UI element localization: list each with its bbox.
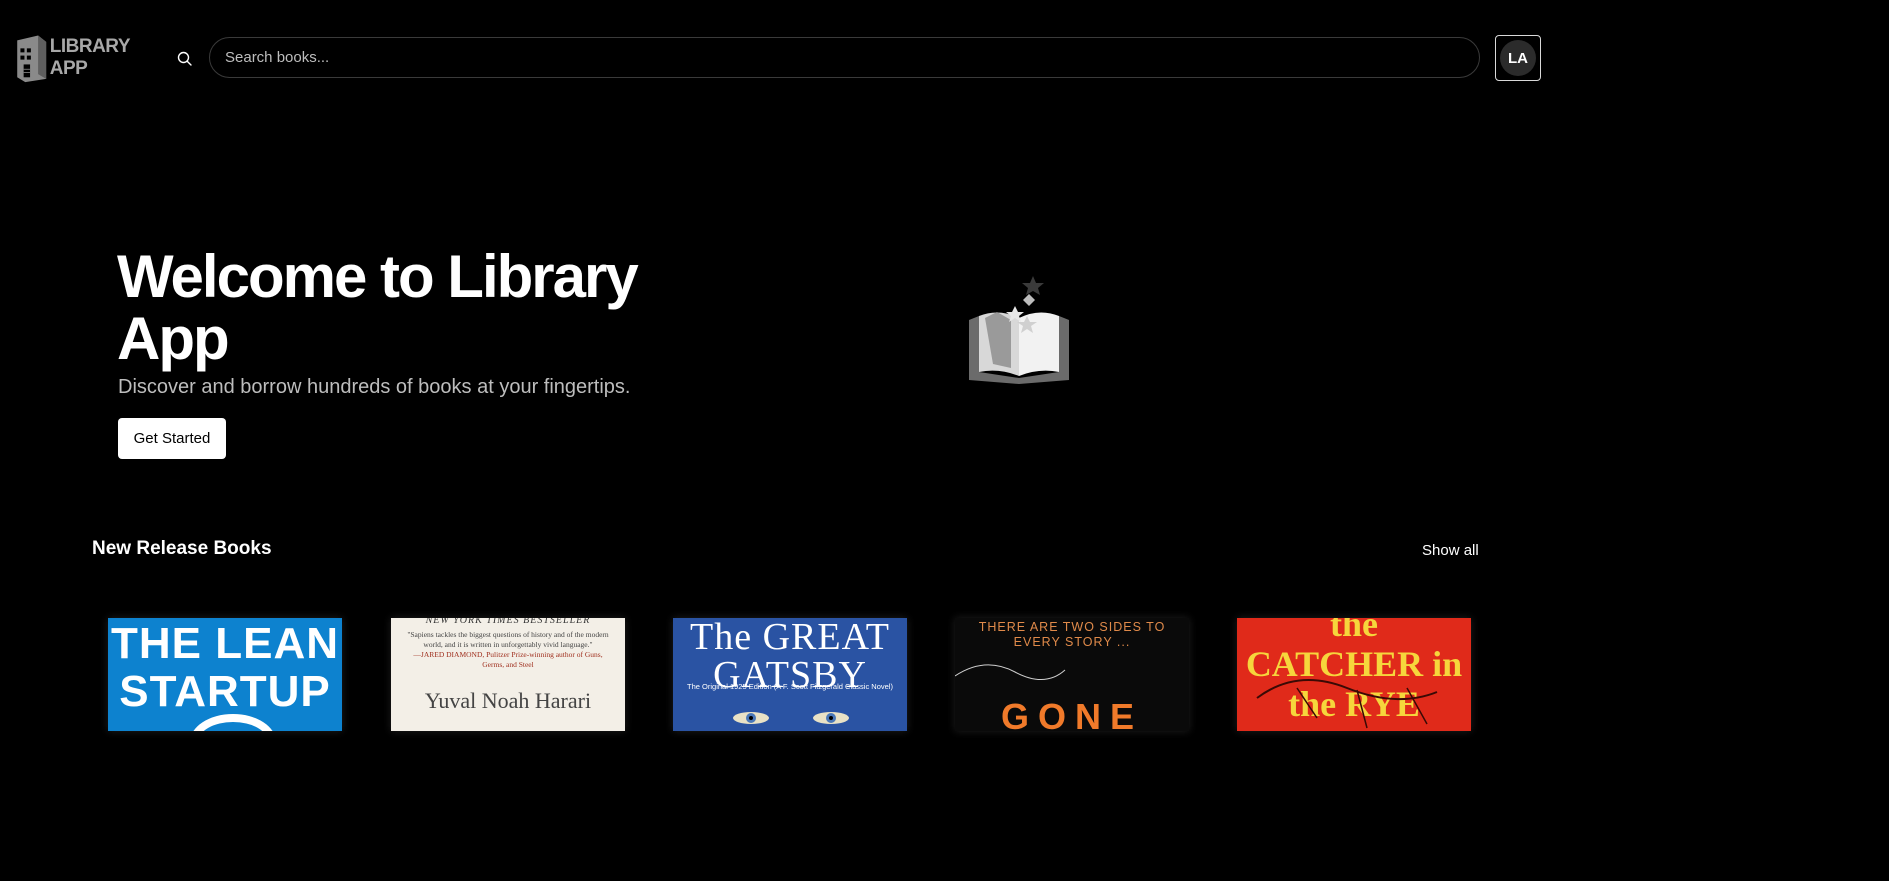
top-header: LIBRARY APP LA (0, 0, 1568, 118)
book-cover-lean-startup[interactable]: THE LEAN STARTUP (108, 618, 342, 731)
book-cover-gone-girl[interactable]: THERE ARE TWO SIDES TO EVERY STORY ... G… (955, 618, 1189, 731)
library-building-icon (17, 35, 47, 83)
app-logo[interactable]: LIBRARY APP (14, 28, 131, 88)
section-title-new-releases: New Release Books (92, 538, 272, 559)
search-icon[interactable] (176, 50, 194, 68)
book-cover-quote-block: "Sapiens tackles the biggest questions o… (405, 630, 611, 670)
show-all-link[interactable]: Show all (1422, 542, 1479, 559)
logo-wordmark: LIBRARY APP (49, 36, 131, 80)
book-cover-sapiens[interactable]: NEW YORK TIMES BESTSELLER "Sapiens tackl… (391, 618, 625, 731)
cover-art-eyes (733, 712, 849, 724)
book-cover-catcher-in-the-rye[interactable]: the CATCHER in the RYE (1237, 618, 1471, 731)
get-started-button[interactable]: Get Started (118, 418, 226, 459)
book-cover-banner: NEW YORK TIMES BESTSELLER (425, 618, 591, 626)
cover-art-circle (190, 714, 276, 731)
hero-title: Welcome to Library App (117, 243, 639, 372)
open-book-stars-illustration (969, 276, 1069, 384)
logo-line-2: APP (49, 58, 88, 79)
book-cover-quote-attribution: —JARED DIAMOND, Pulitzer Prize-winning a… (413, 650, 603, 669)
book-cover-quote: "Sapiens tackles the biggest questions o… (407, 630, 609, 649)
book-cover-title: GONE (1000, 696, 1143, 731)
book-cover-subtitle: The Original 1925 Edition (A F. Scott Fi… (687, 682, 893, 691)
cover-art-hair-strand (955, 664, 1066, 680)
book-cover-author: Yuval Noah Harari (424, 688, 592, 713)
book-cover-tagline: THERE ARE TWO SIDES TO EVERY STORY ... (978, 620, 1166, 649)
cover-art-carousel-horse (1256, 679, 1438, 729)
user-avatar: LA (1500, 40, 1536, 76)
search-bar[interactable] (209, 37, 1480, 78)
search-input[interactable] (223, 48, 1479, 67)
book-cover-title: THE LEAN STARTUP (111, 619, 339, 716)
logo-line-1: LIBRARY (49, 36, 131, 57)
book-cover-great-gatsby[interactable]: The GREAT GATSBY The Original 1925 Editi… (673, 618, 907, 731)
hero-subtitle: Discover and borrow hundreds of books at… (118, 376, 631, 398)
user-menu-button[interactable]: LA (1495, 35, 1541, 81)
